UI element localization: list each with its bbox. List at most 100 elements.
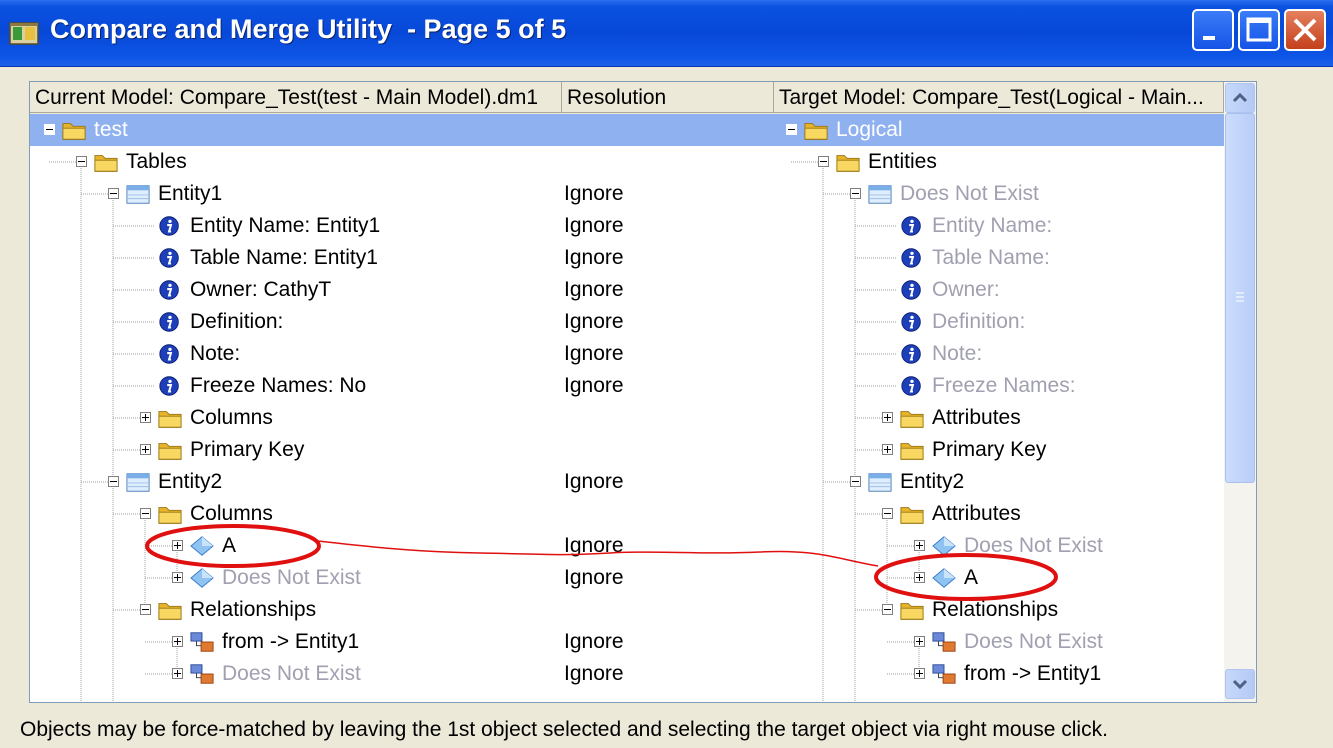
target-node-label: Entity Name: — [932, 214, 1053, 237]
relation-icon — [932, 664, 956, 684]
folder-icon — [94, 155, 118, 172]
target-node-label: Note: — [932, 342, 983, 365]
compare-merge-window: Compare and Merge Utility - Page 5 of 5 … — [0, 0, 1333, 748]
scroll-down-button[interactable] — [1225, 669, 1255, 699]
tree-row[interactable]: Owner: CathyT Owner: Ignore — [30, 274, 1224, 306]
tree-row[interactable]: Entity2 Entity2 Ignore — [30, 466, 1224, 498]
expand-icon[interactable] — [914, 636, 925, 647]
tree-row[interactable]: test Logical — [30, 114, 1224, 146]
tree-row[interactable]: from -> Entity1 Does Not Exist Ignore — [30, 626, 1224, 658]
target-node-label: Entity2 — [900, 470, 965, 493]
folder-icon — [804, 123, 828, 140]
expand-icon[interactable] — [882, 412, 893, 423]
folder-icon — [836, 155, 860, 172]
resolution-value[interactable]: Ignore — [564, 562, 624, 594]
tree-row[interactable]: Freeze Names: No Freeze Names: Ignore — [30, 370, 1224, 402]
collapse-icon[interactable] — [882, 604, 893, 615]
collapse-icon[interactable] — [76, 156, 87, 167]
maximize-button[interactable] — [1238, 9, 1280, 51]
info-icon — [901, 312, 921, 332]
info-icon — [901, 344, 921, 364]
resolution-value[interactable]: Ignore — [564, 338, 624, 370]
collapse-icon[interactable] — [140, 604, 151, 615]
folder-icon — [900, 411, 924, 428]
tree-row[interactable]: Note: Note: Ignore — [30, 338, 1224, 370]
resolution-value[interactable]: Ignore — [564, 274, 624, 306]
tree-row[interactable]: Tables Entities — [30, 146, 1224, 178]
info-icon — [159, 248, 179, 268]
tree-row[interactable]: Table Name: Entity1 Table Name: Ignore — [30, 242, 1224, 274]
collapse-icon[interactable] — [850, 476, 861, 487]
diamond-icon — [932, 568, 956, 588]
collapse-icon[interactable] — [850, 188, 861, 199]
expand-icon[interactable] — [140, 412, 151, 423]
header-target-model[interactable]: Target Model: Compare_Test(Logical - Mai… — [774, 82, 1224, 113]
target-node-label: Does Not Exist — [964, 630, 1103, 653]
collapse-icon[interactable] — [108, 476, 119, 487]
resolution-value[interactable]: Ignore — [564, 210, 624, 242]
relation-icon — [190, 664, 214, 684]
resolution-value[interactable]: Ignore — [564, 626, 624, 658]
folder-icon — [900, 443, 924, 460]
minimize-button[interactable] — [1192, 9, 1234, 51]
tree-row[interactable]: Entity Name: Entity1 Entity Name: Ignore — [30, 210, 1224, 242]
collapse-icon[interactable] — [108, 188, 119, 199]
current-node-label: Entity1 — [158, 182, 223, 205]
collapse-icon[interactable] — [818, 156, 829, 167]
resolution-value[interactable]: Ignore — [564, 466, 624, 498]
tree-row[interactable]: Does Not Exist A Ignore — [30, 562, 1224, 594]
target-node-label: Owner: — [932, 278, 1000, 301]
current-node-label: from -> Entity1 — [222, 630, 360, 653]
expand-icon[interactable] — [914, 668, 925, 679]
tree-row[interactable]: Columns Attributes — [30, 498, 1224, 530]
current-node-label: Owner: CathyT — [190, 278, 332, 301]
vertical-scrollbar[interactable] — [1224, 82, 1256, 702]
expand-icon[interactable] — [172, 668, 183, 679]
grip-icon — [1236, 292, 1244, 302]
collapse-icon[interactable] — [44, 124, 55, 135]
close-icon — [1293, 18, 1317, 42]
expand-icon[interactable] — [172, 636, 183, 647]
resolution-value[interactable]: Ignore — [564, 658, 624, 690]
header-resolution[interactable]: Resolution — [562, 82, 774, 113]
minimize-icon — [1203, 36, 1215, 40]
scroll-thumb[interactable] — [1225, 113, 1255, 483]
collapse-icon[interactable] — [786, 124, 797, 135]
collapse-icon[interactable] — [882, 508, 893, 519]
scroll-up-button[interactable] — [1225, 83, 1255, 113]
resolution-value[interactable]: Ignore — [564, 306, 624, 338]
compare-tree-list[interactable]: Current Model: Compare_Test(test - Main … — [29, 81, 1257, 703]
info-icon — [901, 280, 921, 300]
collapse-icon[interactable] — [140, 508, 151, 519]
resolution-value[interactable]: Ignore — [564, 178, 624, 210]
current-node-label: Primary Key — [190, 438, 305, 461]
resolution-value[interactable]: Ignore — [564, 242, 624, 274]
header-current-model[interactable]: Current Model: Compare_Test(test - Main … — [30, 82, 562, 113]
tree-row[interactable]: Entity1 Does Not Exist Ignore — [30, 178, 1224, 210]
tree-row[interactable]: Relationships Relationships — [30, 594, 1224, 626]
expand-icon[interactable] — [914, 540, 925, 551]
tree-row[interactable]: Columns Attributes — [30, 402, 1224, 434]
tree-row[interactable]: Primary Key Primary Key — [30, 434, 1224, 466]
title-bar[interactable]: Compare and Merge Utility - Page 5 of 5 — [0, 0, 1333, 67]
folder-icon — [62, 123, 86, 140]
column-header: Current Model: Compare_Test(test - Main … — [30, 82, 1224, 114]
tree-row[interactable]: Does Not Exist from -> Entity1 Ignore — [30, 658, 1224, 690]
folder-icon — [158, 443, 182, 460]
expand-icon[interactable] — [914, 572, 925, 583]
resolution-value[interactable]: Ignore — [564, 530, 624, 562]
resolution-value[interactable]: Ignore — [564, 370, 624, 402]
target-node-label: Attributes — [932, 502, 1021, 525]
tree-row[interactable]: A Does Not Exist Ignore — [30, 530, 1224, 562]
current-node-label: Table Name: Entity1 — [190, 246, 378, 269]
info-icon — [901, 248, 921, 268]
expand-icon[interactable] — [140, 444, 151, 455]
close-button[interactable] — [1284, 9, 1326, 51]
tree-row[interactable]: Definition: Definition: Ignore — [30, 306, 1224, 338]
expand-icon[interactable] — [172, 572, 183, 583]
expand-icon[interactable] — [882, 444, 893, 455]
status-hint: Objects may be force-matched by leaving … — [20, 718, 1108, 741]
expand-icon[interactable] — [172, 540, 183, 551]
maximize-icon — [1246, 17, 1272, 42]
current-node-label: Relationships — [190, 598, 317, 621]
